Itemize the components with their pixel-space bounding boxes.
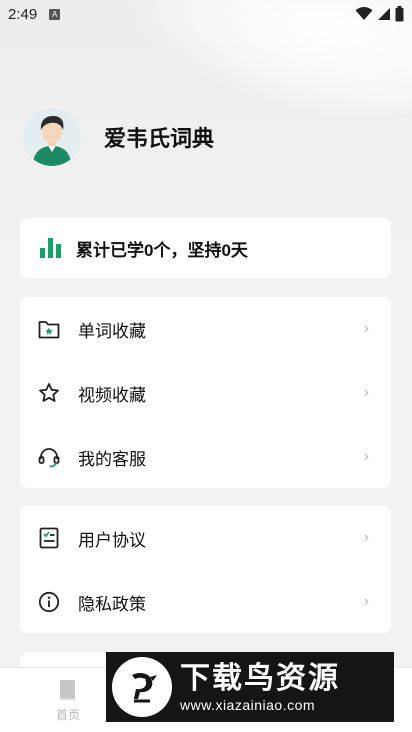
menu-label: 视频收藏 [78, 385, 146, 405]
menu-item-video-favorites[interactable]: 视频收藏 › [20, 361, 391, 425]
battery-icon [395, 6, 404, 22]
notification-icon: A [49, 8, 61, 20]
chevron-right-icon: › [363, 320, 369, 337]
menu-group-legal: 用户协议 › 隐私政策 › [20, 506, 391, 633]
agreement-icon [38, 527, 60, 549]
chevron-right-icon: › [363, 384, 369, 401]
star-icon [38, 382, 60, 404]
status-indicators [355, 6, 404, 22]
avatar-person-icon [23, 108, 81, 166]
menu-label: 单词收藏 [78, 321, 146, 341]
nav-home[interactable]: 首页 [48, 678, 88, 723]
watermark-text: 下载鸟资源 www.xiazainiao.com [180, 661, 340, 713]
profile-name: 爱韦氏词典 [104, 126, 215, 151]
menu-group-collections: 单词收藏 › 视频收藏 › 我的客服 › [20, 297, 391, 488]
info-icon [38, 591, 60, 613]
menu-item-customer-service[interactable]: 我的客服 › [20, 425, 391, 489]
menu-label: 我的客服 [78, 449, 146, 469]
study-stats-text: 累计已学0个，坚持0天 [76, 240, 248, 260]
menu-label: 用户协议 [78, 530, 146, 550]
watermark-banner: 下载鸟资源 www.xiazainiao.com [106, 652, 394, 722]
menu-item-privacy-policy[interactable]: 隐私政策 › [20, 570, 391, 634]
menu-label: 隐私政策 [78, 594, 146, 614]
signal-icon [378, 8, 390, 20]
status-bar: 2:49 A [0, 0, 412, 28]
watermark-url: www.xiazainiao.com [180, 697, 316, 713]
watermark-bird-logo-icon [112, 657, 172, 717]
chevron-right-icon: › [363, 593, 369, 610]
headset-icon [38, 446, 60, 468]
status-time: 2:49 [8, 5, 38, 23]
menu-item-user-agreement[interactable]: 用户协议 › [20, 506, 391, 570]
profile-header[interactable]: 爱韦氏词典 [23, 108, 214, 166]
study-stats-card[interactable]: 累计已学0个，坚持0天 [20, 218, 391, 278]
wifi-icon [355, 7, 373, 20]
nav-home-label: 首页 [55, 708, 80, 722]
bar-chart-icon [40, 238, 61, 258]
watermark-title: 下载鸟资源 [180, 661, 340, 696]
menu-item-word-favorites[interactable]: 单词收藏 › [20, 297, 391, 361]
book-icon [60, 680, 75, 700]
chevron-right-icon: › [363, 448, 369, 465]
avatar[interactable] [23, 108, 81, 166]
chevron-right-icon: › [363, 529, 369, 546]
folder-star-icon [38, 318, 60, 340]
